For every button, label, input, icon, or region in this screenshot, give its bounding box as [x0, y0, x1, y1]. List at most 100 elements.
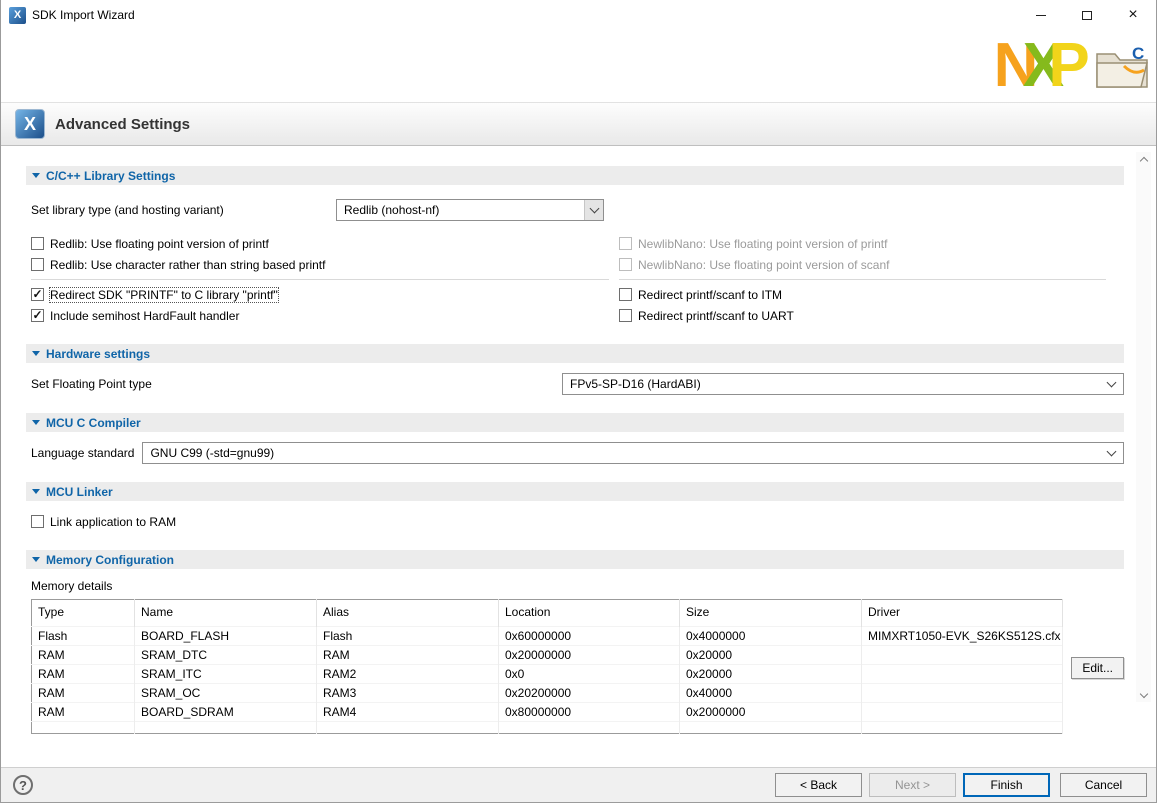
language-standard-select[interactable]: GNU C99 (-std=gnu99) — [142, 442, 1124, 464]
memory-row[interactable]: RAM SRAM_ITC RAM2 0x0 0x20000 — [32, 665, 1063, 684]
checkbox-box — [31, 515, 44, 528]
memory-row[interactable]: RAM SRAM_DTC RAM 0x20000000 0x20000 — [32, 646, 1063, 665]
checkbox-redlib-float-printf[interactable]: Redlib: Use floating point version of pr… — [31, 233, 619, 254]
cancel-button[interactable]: Cancel — [1060, 773, 1147, 797]
collapse-arrow-icon — [32, 489, 40, 494]
collapse-arrow-icon — [32, 351, 40, 356]
checkbox-box — [619, 258, 632, 271]
window-controls: × — [1018, 0, 1156, 30]
column-header-location[interactable]: Location — [499, 600, 680, 627]
maximize-icon — [1082, 11, 1092, 20]
checkbox-newlibnano-float-printf[interactable]: NewlibNano: Use floating point version o… — [619, 233, 1116, 254]
sdk-import-wizard-window: X SDK Import Wizard × NXP C X Advanced S… — [0, 0, 1157, 803]
checkbox-box — [31, 237, 44, 250]
column-header-alias[interactable]: Alias — [317, 600, 499, 627]
collapse-arrow-icon — [32, 557, 40, 562]
wizard-footer: ? < Back Next > Finish Cancel — [1, 767, 1156, 802]
nxp-logo: NXP C — [994, 30, 1150, 102]
library-type-label: Set library type (and hosting variant) — [31, 203, 336, 217]
memory-row[interactable]: Flash BOARD_FLASH Flash 0x60000000 0x400… — [32, 627, 1063, 646]
memory-row[interactable]: RAM SRAM_OC RAM3 0x20200000 0x40000 — [32, 684, 1063, 703]
checkbox-redlib-char-printf[interactable]: Redlib: Use character rather than string… — [31, 254, 619, 275]
close-icon: × — [1128, 7, 1137, 23]
help-icon: ? — [19, 778, 27, 793]
folder-c-letter: C — [1132, 44, 1144, 63]
section-mcu-linker[interactable]: MCU Linker — [26, 482, 1124, 501]
checkbox-box — [619, 237, 632, 250]
settings-content: C/C++ Library Settings Set library type … — [1, 166, 1156, 734]
chevron-down-icon — [589, 204, 599, 214]
memory-table[interactable]: Type Name Alias Location Size Driver Fla… — [31, 599, 1063, 734]
section-library-settings[interactable]: C/C++ Library Settings — [26, 166, 1124, 185]
chevron-down-icon — [1107, 378, 1117, 388]
floating-point-value: FPv5-SP-D16 (HardABI) — [570, 377, 701, 391]
page-title: Advanced Settings — [55, 116, 190, 133]
memory-row[interactable]: RAM BOARD_SDRAM RAM4 0x80000000 0x200000… — [32, 703, 1063, 722]
collapse-arrow-icon — [32, 173, 40, 178]
floating-point-label: Set Floating Point type — [31, 377, 152, 391]
edit-button[interactable]: Edit... — [1071, 657, 1124, 679]
collapse-arrow-icon — [32, 420, 40, 425]
section-mcu-c-compiler[interactable]: MCU C Compiler — [26, 413, 1124, 432]
language-standard-value: GNU C99 (-std=gnu99) — [150, 446, 274, 460]
checkbox-box — [619, 309, 632, 322]
combo-arrow-button[interactable] — [584, 200, 603, 220]
logo-strip: NXP C — [1, 30, 1156, 102]
column-header-driver[interactable]: Driver — [862, 600, 1063, 627]
section-hardware-settings[interactable]: Hardware settings — [26, 344, 1124, 363]
language-standard-label: Language standard — [31, 446, 134, 460]
chevron-down-icon — [1107, 447, 1117, 457]
checkbox-column-right: NewlibNano: Use floating point version o… — [619, 233, 1116, 326]
floating-point-select[interactable]: FPv5-SP-D16 (HardABI) — [562, 373, 1124, 395]
c-folder-icon: C — [1094, 42, 1150, 90]
checkbox-redirect-sdk-printf[interactable]: Redirect SDK "PRINTF" to C library "prin… — [31, 284, 619, 305]
divider — [619, 279, 1106, 280]
memory-area: Type Name Alias Location Size Driver Fla… — [26, 599, 1124, 734]
minimize-button[interactable] — [1018, 0, 1064, 30]
nxp-letter-p: P — [1048, 35, 1086, 97]
wizard-header: X Advanced Settings — [1, 102, 1156, 146]
library-type-value: Redlib (nohost-nf) — [344, 203, 439, 217]
memory-table-header: Type Name Alias Location Size Driver — [32, 600, 1063, 627]
maximize-button[interactable] — [1064, 0, 1110, 30]
floating-point-row: Set Floating Point type FPv5-SP-D16 (Har… — [26, 373, 1124, 395]
section-memory-configuration[interactable]: Memory Configuration — [26, 550, 1124, 569]
advanced-settings-icon: X — [15, 109, 45, 139]
edit-column: Edit... — [1071, 599, 1124, 679]
app-icon: X — [9, 7, 26, 24]
scroll-up-button[interactable] — [1136, 152, 1151, 167]
window-title: SDK Import Wizard — [32, 8, 135, 22]
checkbox-semihost-hardfault[interactable]: Include semihost HardFault handler — [31, 305, 619, 326]
checkbox-column-left: Redlib: Use floating point version of pr… — [31, 233, 619, 326]
memory-row-empty[interactable] — [32, 722, 1063, 734]
library-type-select[interactable]: Redlib (nohost-nf) — [336, 199, 604, 221]
checkbox-newlibnano-float-scanf[interactable]: NewlibNano: Use floating point version o… — [619, 254, 1116, 275]
library-type-row: Set library type (and hosting variant) R… — [26, 199, 1124, 221]
chevron-down-icon — [1139, 689, 1147, 697]
checkbox-box — [31, 309, 44, 322]
finish-button[interactable]: Finish — [963, 773, 1050, 797]
checkbox-box — [31, 258, 44, 271]
memory-details-label: Memory details — [26, 579, 1124, 593]
checkbox-link-to-ram[interactable]: Link application to RAM — [31, 511, 1124, 532]
scroll-down-button[interactable] — [1136, 687, 1151, 702]
language-standard-row: Language standard GNU C99 (-std=gnu99) — [26, 442, 1124, 464]
help-button[interactable]: ? — [13, 775, 33, 795]
column-header-name[interactable]: Name — [135, 600, 317, 627]
checkbox-box — [31, 288, 44, 301]
footer-buttons: < Back Next > Finish Cancel — [775, 773, 1147, 797]
next-button[interactable]: Next > — [869, 773, 956, 797]
column-header-size[interactable]: Size — [680, 600, 862, 627]
checkbox-box — [619, 288, 632, 301]
titlebar: X SDK Import Wizard × — [1, 0, 1156, 30]
minimize-icon — [1036, 15, 1046, 16]
checkbox-redirect-itm[interactable]: Redirect printf/scanf to ITM — [619, 284, 1116, 305]
back-button[interactable]: < Back — [775, 773, 862, 797]
vertical-scrollbar[interactable] — [1136, 152, 1151, 702]
divider — [31, 279, 609, 280]
chevron-up-icon — [1139, 157, 1147, 165]
close-button[interactable]: × — [1110, 0, 1156, 30]
checkbox-redirect-uart[interactable]: Redirect printf/scanf to UART — [619, 305, 1116, 326]
column-header-type[interactable]: Type — [32, 600, 135, 627]
linker-options: Link application to RAM — [26, 511, 1124, 532]
